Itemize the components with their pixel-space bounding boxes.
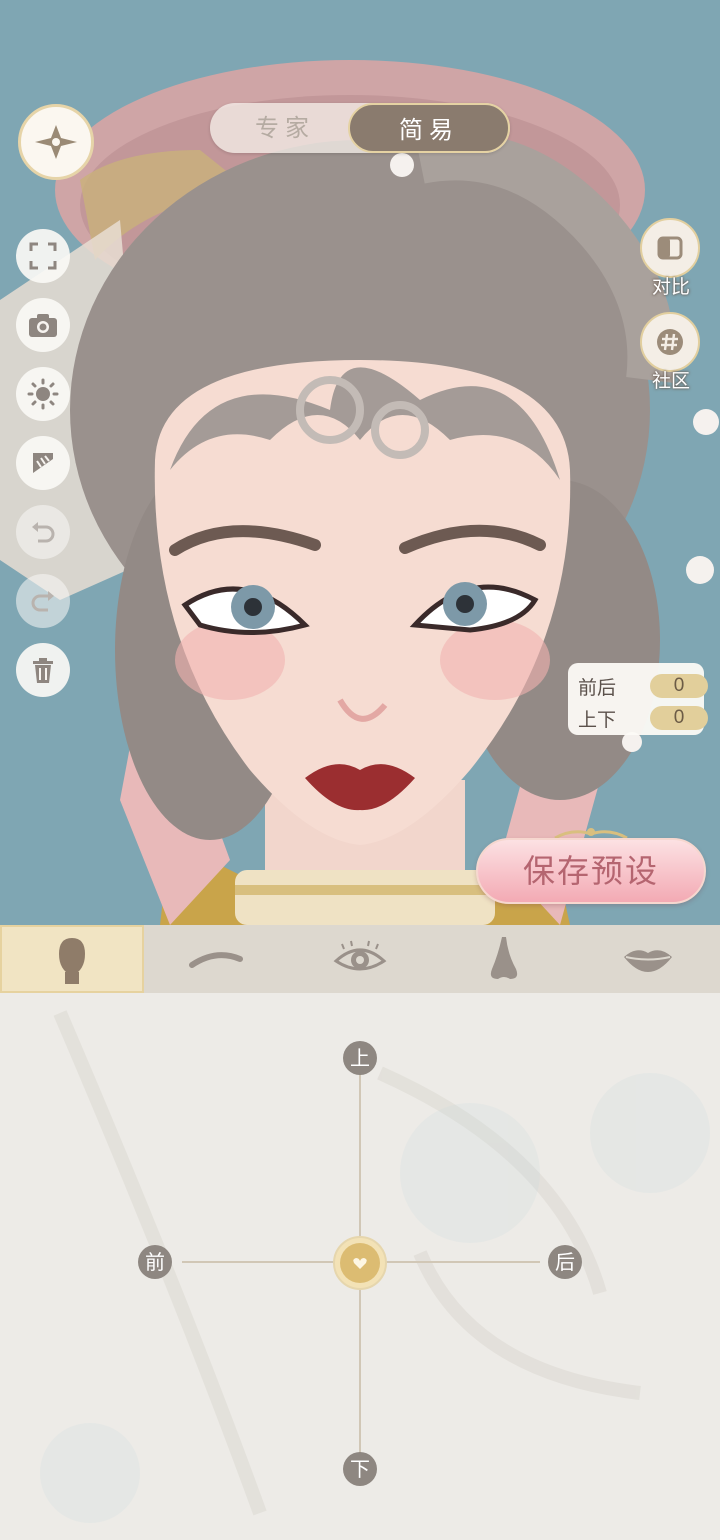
community-button[interactable]: 社区 — [640, 312, 702, 393]
position-readout: 前后 0 上下 0 — [568, 663, 708, 735]
undo-button[interactable] — [16, 505, 70, 559]
tab-eyebrow[interactable] — [144, 925, 288, 993]
sun-icon — [27, 378, 59, 410]
save-preset-button[interactable]: 保存预设 — [476, 838, 706, 904]
hashtag-icon — [657, 329, 683, 355]
community-label: 社区 — [651, 370, 690, 392]
mode-toggle: 专家 简易 — [210, 103, 510, 153]
back-star-icon — [35, 125, 77, 159]
compare-icon — [657, 236, 683, 260]
compare-label: 对比 — [651, 276, 690, 298]
front-back-value: 0 — [650, 674, 708, 698]
tab-lips[interactable] — [576, 925, 720, 993]
delete-button[interactable] — [16, 643, 70, 697]
front-back-label: 前后 — [578, 677, 617, 699]
nose-icon — [490, 937, 518, 979]
mode-expert-tab[interactable]: 专家 — [210, 103, 360, 153]
camera-button[interactable] — [16, 298, 70, 352]
face-silhouette-icon — [59, 938, 85, 984]
back-button[interactable] — [18, 104, 94, 180]
fullscreen-button[interactable] — [16, 229, 70, 283]
joystick-back-label: 后 — [548, 1245, 582, 1279]
tab-nose[interactable] — [432, 925, 576, 993]
undo-icon — [32, 522, 55, 543]
tab-eye[interactable] — [288, 925, 432, 993]
up-down-value: 0 — [650, 706, 708, 730]
joystick-handle[interactable] — [332, 1235, 388, 1291]
character-preview-viewport[interactable]: 专家 简易 对比 社区 前后 0 上下 0 保存预设 — [0, 0, 720, 925]
redo-icon — [31, 591, 54, 612]
redo-button[interactable] — [16, 574, 70, 628]
comb-button[interactable] — [16, 436, 70, 490]
eye-icon — [333, 940, 387, 971]
comb-icon — [33, 453, 53, 473]
mode-simple-tab[interactable]: 简易 — [348, 103, 510, 153]
camera-icon — [29, 314, 57, 337]
trash-icon — [33, 658, 53, 683]
lighting-button[interactable] — [16, 367, 70, 421]
joystick-up-label: 上 — [343, 1041, 377, 1075]
joystick-front-label: 前 — [138, 1245, 172, 1279]
lips-icon — [624, 950, 672, 972]
joystick-down-label: 下 — [343, 1452, 377, 1486]
up-down-label: 上下 — [578, 709, 617, 731]
feature-category-tabs — [0, 925, 720, 994]
tab-face[interactable] — [0, 925, 144, 993]
eyebrow-icon — [189, 952, 243, 968]
fullscreen-icon — [29, 242, 57, 270]
position-adjust-panel: 上 下 前 后 — [0, 993, 720, 1540]
compare-button[interactable]: 对比 — [640, 218, 702, 299]
